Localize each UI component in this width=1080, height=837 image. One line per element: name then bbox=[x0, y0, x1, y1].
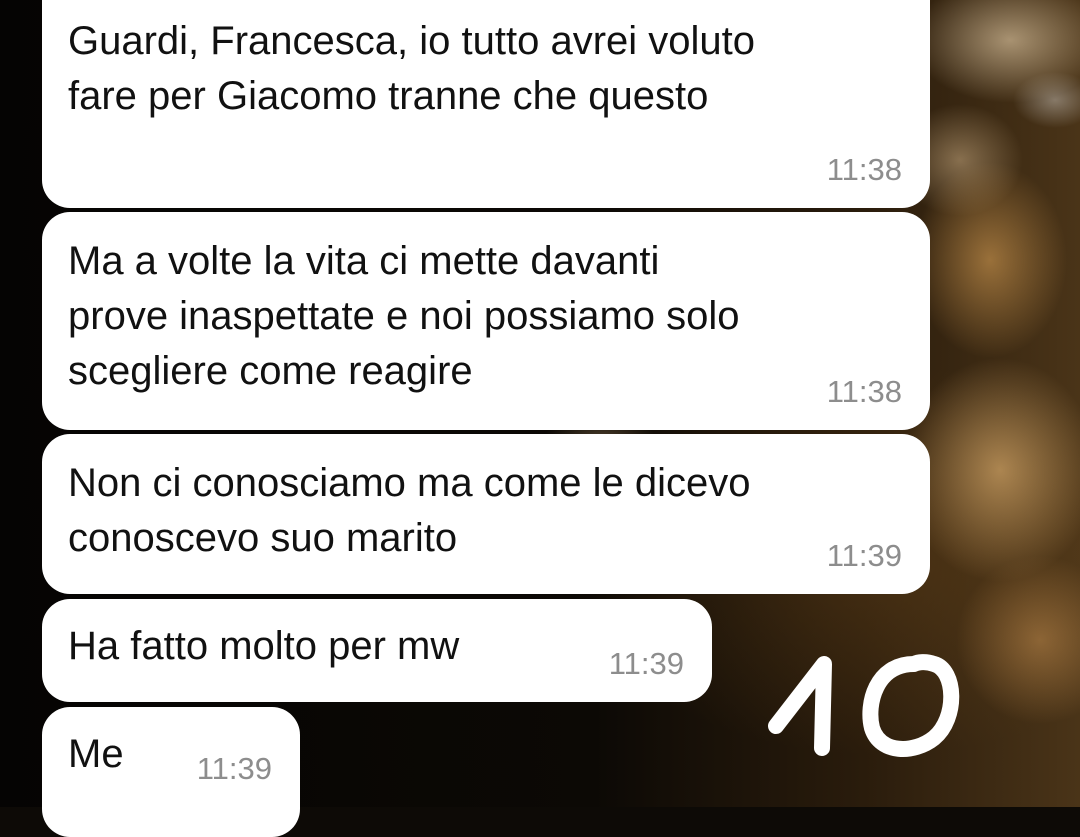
message-text: Ma a volte la vita ci mette davanti prov… bbox=[68, 239, 740, 393]
message-timestamp: 11:38 bbox=[826, 374, 902, 409]
message-text: Non ci conosciamo ma come le dicevo cono… bbox=[68, 461, 751, 560]
message-text: Guardi, Francesca, io tutto avrei voluto… bbox=[68, 19, 755, 118]
message-bubble[interactable]: Non ci conosciamo ma come le dicevo cono… bbox=[42, 434, 930, 594]
message-timestamp: 11:39 bbox=[196, 751, 272, 786]
message-timestamp: 11:38 bbox=[826, 152, 902, 187]
message-timestamp: 11:39 bbox=[826, 538, 902, 573]
message-text: Ha fatto molto per mw bbox=[68, 624, 460, 668]
message-timestamp: 11:39 bbox=[608, 646, 684, 681]
message-bubble[interactable]: Me 11:39 bbox=[42, 707, 300, 837]
handwritten-number-annotation bbox=[768, 654, 960, 757]
message-bubble[interactable]: Guardi, Francesca, io tutto avrei voluto… bbox=[42, 0, 930, 208]
message-text: Me bbox=[68, 732, 124, 776]
message-bubble[interactable]: Ha fatto molto per mw 11:39 bbox=[42, 599, 712, 702]
message-bubble[interactable]: Ma a volte la vita ci mette davanti prov… bbox=[42, 212, 930, 430]
